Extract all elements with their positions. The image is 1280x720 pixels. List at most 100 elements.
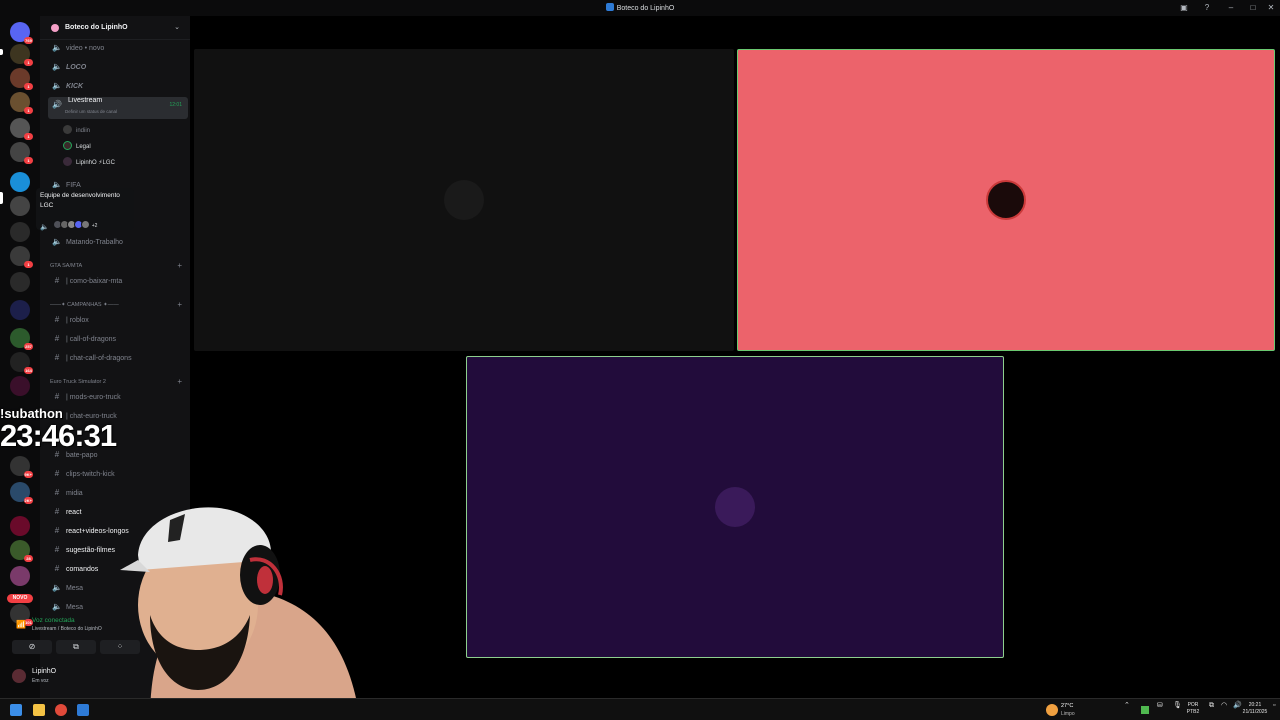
channel-label: video • novo [65, 45, 105, 52]
text-channel[interactable]: # clips-twitch-kick [48, 466, 188, 482]
signal-icon[interactable]: 📶 [16, 620, 26, 629]
server-lgc[interactable] [10, 196, 30, 216]
maximize-icon[interactable]: □ [1248, 3, 1258, 13]
server-icon[interactable]: 28 [10, 540, 33, 562]
file-explorer-icon[interactable] [33, 704, 45, 716]
language-indicator[interactable]: POR PTB2 [1185, 702, 1201, 716]
text-channel[interactable]: # | roblox [48, 312, 188, 328]
unread-pill [0, 49, 3, 55]
add-channel-icon[interactable]: + [177, 260, 182, 272]
close-icon[interactable]: ✕ [1266, 3, 1276, 13]
help-icon[interactable]: ? [1202, 3, 1212, 13]
voice-user[interactable]: indiin [63, 124, 90, 138]
guild-icon [51, 24, 59, 32]
webcam-overlay [120, 507, 360, 720]
voice-user-name: LipinhO ⚡LGC [76, 160, 115, 166]
weather-widget[interactable]: 27°C Limpo [1046, 702, 1106, 718]
chevron-up-icon[interactable]: ⌃ [1124, 702, 1130, 709]
category-header[interactable]: ——✦ CAMPANHAS ✦—— + [50, 299, 186, 311]
server-icon[interactable]: 2K+ [10, 482, 33, 504]
title-bar: Boteco do LipinhO ▣ ? – □ ✕ [0, 0, 1280, 16]
screen-share-button[interactable]: ⧉ [56, 640, 96, 654]
add-channel-icon[interactable]: + [177, 376, 182, 388]
avatar [80, 220, 90, 229]
voice-channel[interactable]: 🔈 KICK [48, 78, 188, 94]
channel-label: react [65, 509, 82, 516]
wifi-icon[interactable]: ◠ [1221, 702, 1227, 709]
minimize-icon[interactable]: – [1226, 3, 1236, 13]
notifications-icon[interactable]: ▫ [1273, 702, 1275, 709]
voice-channel[interactable]: 🔈 video • novo [48, 40, 188, 56]
hash-icon: # [54, 315, 60, 324]
camera-off-button[interactable]: ⊘ [12, 640, 52, 654]
voice-user[interactable]: Legal [63, 140, 91, 154]
server-icon[interactable]: 1 [10, 142, 33, 164]
badge: 2K+ [23, 497, 33, 504]
voice-channel[interactable]: 🔈 LOCO [48, 59, 188, 75]
chrome-icon[interactable] [55, 704, 67, 716]
server-tooltip: Equipe de desenvolvimento LGC 🔈 +2 [36, 188, 134, 231]
server-icon[interactable] [10, 222, 30, 242]
direct-messages-button[interactable]: 769 [10, 22, 33, 44]
server-icon[interactable]: 1 [10, 68, 33, 90]
server-icon[interactable] [10, 376, 30, 396]
server-icon[interactable]: 257 [10, 328, 33, 350]
channel-label: sugestão-filmes [65, 547, 115, 554]
text-channel[interactable]: # midia [48, 485, 188, 501]
text-channel[interactable]: # | chat-call-of-dragons [48, 350, 188, 366]
folder-icon[interactable] [10, 300, 30, 320]
selected-pill [0, 192, 3, 204]
voice-channel-active[interactable]: 🔊 Livestream 12:01 Definir um status de … [48, 97, 188, 119]
avatar [63, 125, 72, 134]
participant-avatar [986, 180, 1026, 220]
participant-tile[interactable] [194, 49, 734, 351]
voice-channel[interactable]: 🔈 Matando-Trabalho [48, 234, 188, 250]
server-icon[interactable]: 9K+ [10, 456, 33, 478]
screen-icon[interactable]: ⧉ [1209, 702, 1214, 709]
speaker-icon: 🔈 [52, 237, 62, 246]
clock-date: 21/11/2025 [1242, 709, 1268, 715]
novo-badge: NOVO [7, 594, 33, 603]
text-channel[interactable]: # | mods-euro-truck [48, 389, 188, 405]
channel-label: clips-twitch-kick [65, 471, 115, 478]
inbox-icon[interactable]: ▣ [1179, 3, 1189, 13]
category-header[interactable]: GTA SA/MTA + [50, 260, 186, 272]
hash-icon: # [54, 545, 60, 554]
hash-icon: # [54, 507, 60, 516]
server-icon[interactable]: 164 [10, 352, 33, 374]
server-icon[interactable]: 1 [10, 92, 33, 114]
server-icon[interactable] [10, 272, 30, 292]
channel-status[interactable]: Definir um status de canal [65, 107, 117, 117]
voice-user[interactable]: LipinhO ⚡LGC [63, 156, 115, 170]
text-channel[interactable]: # | call-of-dragons [48, 331, 188, 347]
network-icon[interactable]: ⛁ [1157, 702, 1163, 709]
participant-tile-speaking[interactable] [466, 356, 1004, 658]
guild-header[interactable]: Boteco do LipinhO ⌄ [40, 16, 190, 40]
participant-tile-speaking[interactable] [737, 49, 1275, 351]
badge: 1 [24, 157, 33, 164]
server-icon[interactable] [10, 172, 30, 192]
voice-location[interactable]: Livestream / Boteco do LipinhO [32, 626, 102, 632]
speaker-icon: 🔊 [52, 100, 62, 109]
app-tray-icon[interactable] [1141, 706, 1149, 714]
category-label: ——✦ CAMPANHAS ✦—— [50, 302, 119, 308]
window-title: Boteco do LipinhO [0, 3, 1280, 12]
discord-icon[interactable] [77, 704, 89, 716]
mic-icon[interactable]: 🎙 [1173, 702, 1182, 709]
channel-label: | mods-euro-truck [65, 394, 121, 401]
start-icon[interactable] [10, 704, 22, 716]
category-header[interactable]: Euro Truck Simulator 2 + [50, 376, 186, 388]
badge: 1 [24, 83, 33, 90]
voice-user-name: indiin [76, 128, 91, 134]
avatar [63, 141, 72, 150]
subathon-timer: 23:46:31 [0, 418, 117, 453]
add-channel-icon[interactable]: + [177, 299, 182, 311]
clock[interactable]: 20:21 21/11/2025 [1240, 702, 1270, 716]
channel-label: LOCO [65, 64, 87, 71]
server-icon[interactable]: 1 [10, 246, 33, 268]
server-icon[interactable] [10, 566, 30, 586]
text-channel[interactable]: # | como-baixar-mta [48, 273, 188, 289]
server-icon[interactable]: 1 [10, 44, 33, 66]
server-icon[interactable] [10, 516, 30, 536]
server-icon[interactable]: 1 [10, 118, 33, 140]
